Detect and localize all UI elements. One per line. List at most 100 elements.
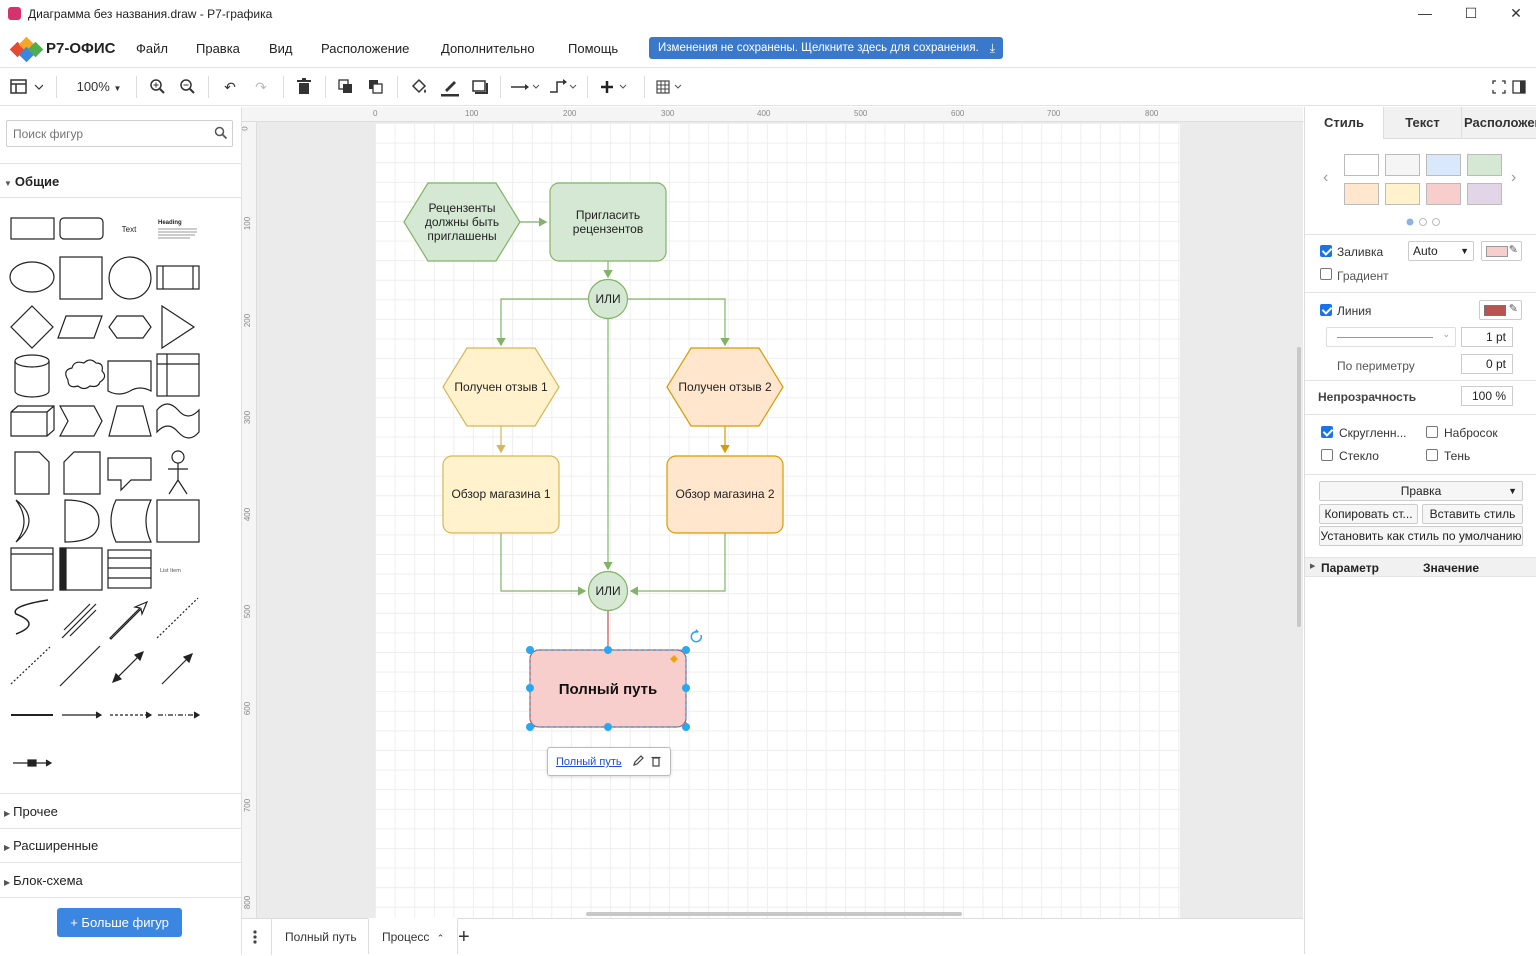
style-swatch[interactable] bbox=[1467, 154, 1502, 176]
fill-color-button[interactable]: ✎ bbox=[1481, 241, 1522, 261]
chevron-left-icon[interactable]: ‹ bbox=[1323, 169, 1328, 187]
menu-view[interactable]: Вид bbox=[269, 41, 293, 56]
fill-color-preview bbox=[1486, 246, 1508, 257]
style-swatch[interactable] bbox=[1385, 183, 1420, 205]
format-panel-toggle-icon[interactable] bbox=[9, 77, 44, 97]
menu-arrange[interactable]: Расположение bbox=[321, 41, 409, 56]
toolbar: 100% ▼ ↶ ↷ bbox=[0, 68, 1536, 106]
horizontal-scrollbar[interactable] bbox=[586, 912, 962, 916]
ruler-label: 400 bbox=[757, 109, 771, 118]
close-button[interactable]: ✕ bbox=[1501, 4, 1531, 24]
format-panel: Стиль Текст Расположение ‹ › Заливка Aut… bbox=[1304, 107, 1536, 954]
toggle-format-panel-icon[interactable] bbox=[1510, 77, 1528, 97]
style-swatch[interactable] bbox=[1467, 183, 1502, 205]
menu-edit[interactable]: Правка bbox=[196, 41, 240, 56]
waypoints-icon[interactable] bbox=[548, 77, 578, 97]
section-advanced-header[interactable]: ▶ Расширенные bbox=[0, 838, 241, 853]
table-icon[interactable] bbox=[655, 77, 687, 97]
caret-right-icon: ▶ bbox=[4, 843, 11, 852]
paste-style-button[interactable]: Вставить стиль bbox=[1422, 504, 1523, 524]
page-tab-process[interactable]: Процесс ⌃ bbox=[368, 918, 459, 954]
fill-color-icon[interactable] bbox=[409, 77, 429, 97]
zoom-out-icon[interactable] bbox=[178, 77, 198, 97]
zoom-in-icon[interactable] bbox=[148, 77, 168, 97]
ruler-label: 100 bbox=[243, 216, 253, 231]
fullscreen-icon[interactable] bbox=[1490, 77, 1508, 97]
title-bar: Диаграмма без названия.draw - Р7-графика bbox=[0, 0, 1536, 28]
sketch-checkbox[interactable] bbox=[1426, 426, 1438, 438]
section-misc-header[interactable]: ▶ Прочее bbox=[0, 804, 241, 819]
properties-table-header[interactable]: ▶ Параметр Значение bbox=[1305, 557, 1536, 577]
style-swatch[interactable] bbox=[1344, 154, 1379, 176]
line-checkbox[interactable] bbox=[1320, 304, 1332, 316]
search-icon[interactable] bbox=[214, 126, 228, 143]
set-default-style-button[interactable]: Установить как стиль по умолчанию bbox=[1319, 526, 1523, 546]
save-changes-button[interactable]: Изменения не сохранены. Щелкните здесь д… bbox=[649, 37, 1003, 59]
shape-search-input[interactable] bbox=[7, 121, 202, 146]
glass-label: Стекло bbox=[1339, 449, 1379, 463]
maximize-button[interactable]: ☐ bbox=[1456, 4, 1486, 24]
fill-mode-select[interactable]: Auto ▼ bbox=[1408, 241, 1474, 261]
vertical-scrollbar[interactable] bbox=[1297, 347, 1301, 627]
copy-style-button[interactable]: Копировать ст... bbox=[1319, 504, 1418, 524]
insert-plus-icon[interactable] bbox=[598, 77, 632, 97]
diagram-canvas[interactable]: 0 100 200 300 400 500 600 700 800 0 100 … bbox=[242, 107, 1303, 918]
shape-search-box bbox=[6, 120, 233, 147]
line-pattern-select[interactable]: ⌄ bbox=[1326, 327, 1456, 347]
caret-right-icon: ▶ bbox=[1310, 563, 1316, 570]
line-color-icon[interactable] bbox=[440, 77, 460, 97]
chevron-right-icon[interactable]: › bbox=[1511, 169, 1516, 187]
eyedropper-icon: ✎ bbox=[1508, 244, 1518, 256]
value-header: Значение bbox=[1423, 561, 1480, 575]
undo-icon[interactable]: ↶ bbox=[220, 77, 240, 97]
chevron-up-icon[interactable]: ⌃ bbox=[437, 933, 445, 943]
diagram-page[interactable] bbox=[375, 123, 1180, 918]
page-tab-full-path[interactable]: Полный путь bbox=[271, 919, 370, 955]
opacity-input[interactable]: 100 % bbox=[1461, 386, 1513, 406]
fill-mode-value: Auto bbox=[1413, 244, 1438, 258]
pages-menu-icon[interactable] bbox=[252, 929, 258, 945]
menu-file[interactable]: Файл bbox=[136, 41, 168, 56]
style-swatch[interactable] bbox=[1344, 183, 1379, 205]
gradient-checkbox[interactable] bbox=[1320, 268, 1332, 280]
trash-icon[interactable] bbox=[650, 755, 662, 770]
shadow-checkbox[interactable] bbox=[1426, 449, 1438, 461]
tab-arrange[interactable]: Расположение bbox=[1461, 107, 1536, 139]
ruler-label: 500 bbox=[243, 604, 253, 619]
glass-checkbox[interactable] bbox=[1321, 449, 1333, 461]
section-advanced-label: Расширенные bbox=[13, 838, 99, 853]
page-tab-process-label: Процесс bbox=[382, 930, 430, 944]
connection-style-icon[interactable] bbox=[510, 77, 540, 97]
to-back-icon[interactable] bbox=[366, 77, 386, 97]
menu-help[interactable]: Помощь bbox=[568, 41, 618, 56]
style-swatch[interactable] bbox=[1385, 154, 1420, 176]
pencil-edit-icon[interactable] bbox=[632, 755, 644, 770]
delete-icon[interactable] bbox=[294, 77, 314, 97]
tab-text[interactable]: Текст bbox=[1383, 107, 1461, 139]
eyedropper-icon: ✎ bbox=[1508, 303, 1518, 315]
caret-right-icon: ▶ bbox=[4, 809, 11, 818]
perimeter-input[interactable]: 0 pt bbox=[1461, 354, 1513, 374]
redo-icon[interactable]: ↷ bbox=[251, 77, 271, 97]
style-swatch[interactable] bbox=[1426, 183, 1461, 205]
general-shapes-palette[interactable]: Text Heading List Item bbox=[0, 202, 241, 782]
shadow-icon[interactable] bbox=[470, 77, 490, 97]
opacity-label: Непрозрачность bbox=[1318, 390, 1417, 404]
section-flowchart-header[interactable]: ▶ Блок-схема bbox=[0, 873, 241, 888]
add-page-icon[interactable]: + bbox=[458, 927, 470, 947]
more-shapes-button[interactable]: + Больше фигур bbox=[57, 908, 182, 937]
section-general-header[interactable]: ▼ Общие bbox=[0, 174, 241, 189]
style-swatch[interactable] bbox=[1426, 154, 1461, 176]
menu-extras[interactable]: Дополнительно bbox=[441, 41, 535, 56]
line-width-input[interactable]: 1 pt bbox=[1461, 327, 1513, 347]
fill-checkbox[interactable] bbox=[1320, 245, 1332, 257]
to-front-icon[interactable] bbox=[336, 77, 356, 97]
zoom-select[interactable]: 100% ▼ bbox=[73, 77, 125, 97]
tab-style[interactable]: Стиль bbox=[1305, 107, 1383, 139]
swatch-page-dots[interactable] bbox=[1405, 216, 1441, 230]
minimize-button-2[interactable]: — bbox=[1410, 4, 1440, 24]
edit-style-select[interactable]: Правка ▼ bbox=[1319, 481, 1523, 501]
rounded-checkbox[interactable] bbox=[1321, 426, 1333, 438]
line-color-button[interactable]: ✎ bbox=[1479, 300, 1522, 320]
link-popup-link[interactable]: Полный путь bbox=[556, 756, 622, 768]
